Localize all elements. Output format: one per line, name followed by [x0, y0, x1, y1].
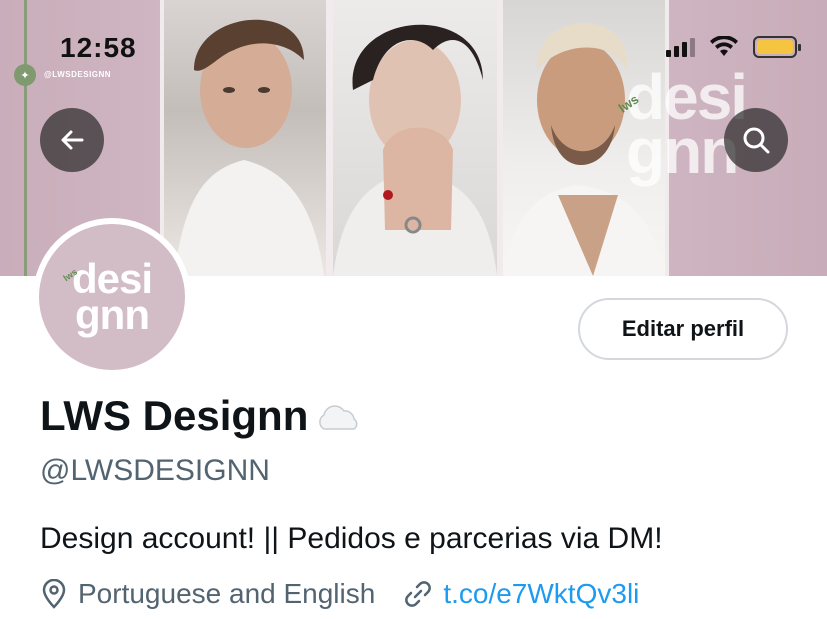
banner-photo-2 [329, 0, 501, 276]
profile-name-text: LWS Designn [40, 392, 309, 439]
profile-link[interactable]: t.co/e7WktQv3li [403, 578, 639, 610]
profile-location-text: Portuguese and English [78, 578, 376, 609]
avatar-image: lws desi gnn [39, 224, 185, 370]
banner-small-handle: @LWSDESIGNN [44, 70, 112, 79]
wifi-icon [710, 36, 738, 56]
edit-profile-button[interactable]: Editar perfil [578, 298, 788, 360]
search-button[interactable] [724, 108, 788, 172]
location-pin-icon [42, 579, 66, 609]
status-time: 12:58 [60, 32, 137, 63]
banner-photo-1 [160, 0, 330, 276]
link-icon [405, 581, 432, 607]
profile-handle: @LWSDESIGNN [40, 454, 270, 487]
banner-decor-line [24, 0, 27, 276]
profile-location: Portuguese and English [40, 578, 375, 610]
cellular-signal-icon [666, 37, 695, 57]
avatar[interactable]: lws desi gnn [33, 218, 191, 376]
back-button[interactable] [40, 108, 104, 172]
status-icons [666, 36, 801, 58]
battery-icon [753, 36, 801, 58]
cloud-icon [319, 405, 358, 430]
twitter-bird-icon: ✦ [14, 64, 36, 86]
profile-meta: Portuguese and English t.co/e7WktQv3li [40, 578, 667, 610]
profile-link-text[interactable]: t.co/e7WktQv3li [443, 578, 639, 610]
avatar-text-line2: gnn [75, 291, 150, 338]
arrow-left-icon [61, 130, 84, 150]
profile-name: LWS Designn [40, 392, 362, 440]
search-icon [743, 127, 770, 154]
profile-bio: Design account! || Pedidos e parcerias v… [40, 522, 663, 555]
